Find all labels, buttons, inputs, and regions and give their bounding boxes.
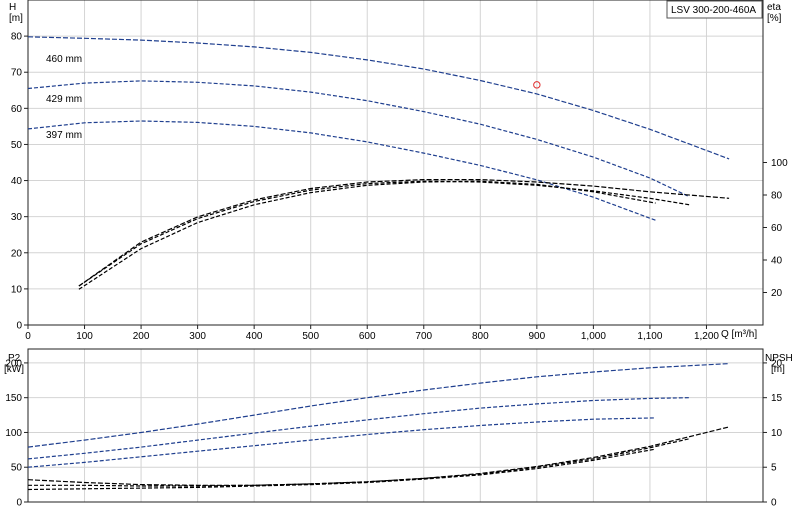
top-xtick-label: 800 [472,331,489,342]
top-series-3 [78,179,730,287]
top-xtick-label: 1,000 [581,331,606,342]
top-xtick-label: 500 [302,331,319,342]
bottom-series-1 [27,397,690,460]
top-ylabel-right-unit: [%] [767,13,782,24]
top-ytick-label: 50 [11,140,23,151]
bottom-ytick-label: 150 [5,393,22,404]
top-series-2 [27,120,656,221]
top-series-0 [27,36,730,160]
top-ylabel-left: H [9,2,16,13]
chart-title: LSV 300-200-460A [671,5,756,16]
bottom-y2tick-label: 5 [771,463,777,474]
top-ytick-label: 40 [11,176,23,187]
bottom-series-group [27,363,730,491]
chart-canvas: 01020304050607080204060801000 100 200 300 40… [4,0,793,509]
top-ytick-label: 70 [11,68,23,79]
top-xtick-label: 300 [189,331,206,342]
bottom-ytick-label: 0 [16,498,22,509]
top-ytick-label: 20 [11,248,23,259]
top-ytick-label: 80 [11,32,23,43]
top-ylabel-left-unit: [m] [9,13,23,24]
top-y2tick-label: 80 [771,191,783,202]
top-grid [27,0,764,326]
top-xtick-label: 200 [133,331,150,342]
curve-labels: 460 mm 429 mm 397 mm [46,54,82,141]
bottom-ytick-label: 50 [11,463,23,474]
bottom-y2tick-label: 15 [771,393,783,404]
top-xtick-label: 0 [25,331,31,342]
top-xtick-label: 600 [359,331,376,342]
chart-title-box: LSV 300-200-460A [666,0,763,19]
top-y2tick-label: 20 [771,288,783,299]
bottom-ylabel-right: NPSH [765,353,793,364]
bottom-series-2 [27,417,656,468]
axis-labels: H [m] eta [%] Q [m³/h] P2 [kW] NPSH [m] [4,2,793,375]
bottom-ylabel-left-unit: [kW] [4,364,24,375]
top-xtick-label: 100 [76,331,93,342]
top-series-4 [78,180,690,287]
curve-label-460: 460 mm [46,54,82,65]
bottom-series-3 [27,426,730,486]
top-ytick-label: 0 [16,321,22,332]
top-ytick-label: 60 [11,104,23,115]
top-xtick-label: 1,200 [694,331,719,342]
bottom-y2tick-label: 10 [771,428,783,439]
bottom-series-4 [28,438,690,487]
curve-label-429: 429 mm [46,94,82,105]
top-xtick-label: 400 [246,331,263,342]
bottom-grid [27,348,764,503]
plot-frame [27,348,764,503]
bottom-ylabel-right-unit: [m] [771,364,785,375]
bottom-series-0 [27,363,730,448]
top-xtick-label: 1,100 [637,331,662,342]
bottom-ytick-label: 100 [5,428,22,439]
top-y2tick-label: 60 [771,223,783,234]
top-series-1 [27,80,690,198]
top-ytick-label: 10 [11,284,23,295]
top-xlabel: Q [m³/h] [721,329,757,340]
pump-curve-chart: 0 10 20 30 40 50 60 70 80 20 40 60 80 100 0 100 200 300 40… [0,0,800,520]
top-ytick-label: 30 [11,212,23,223]
bottom-y2tick-label: 0 [771,498,777,509]
bottom-ylabel-left: P2 [8,353,21,364]
top-ylabel-right: eta [767,2,781,13]
top-axes: 0 10 20 30 40 50 60 70 80 20 40 60 80 100 0 100 200 300 40… [11,32,788,342]
top-xtick-label: 900 [529,331,546,342]
plot-frame [27,0,764,326]
top-y2tick-label: 100 [771,158,788,169]
curve-label-397: 397 mm [46,130,82,141]
top-series-group [27,36,730,290]
top-y2tick-label: 40 [771,256,783,267]
top-xtick-label: 700 [415,331,432,342]
